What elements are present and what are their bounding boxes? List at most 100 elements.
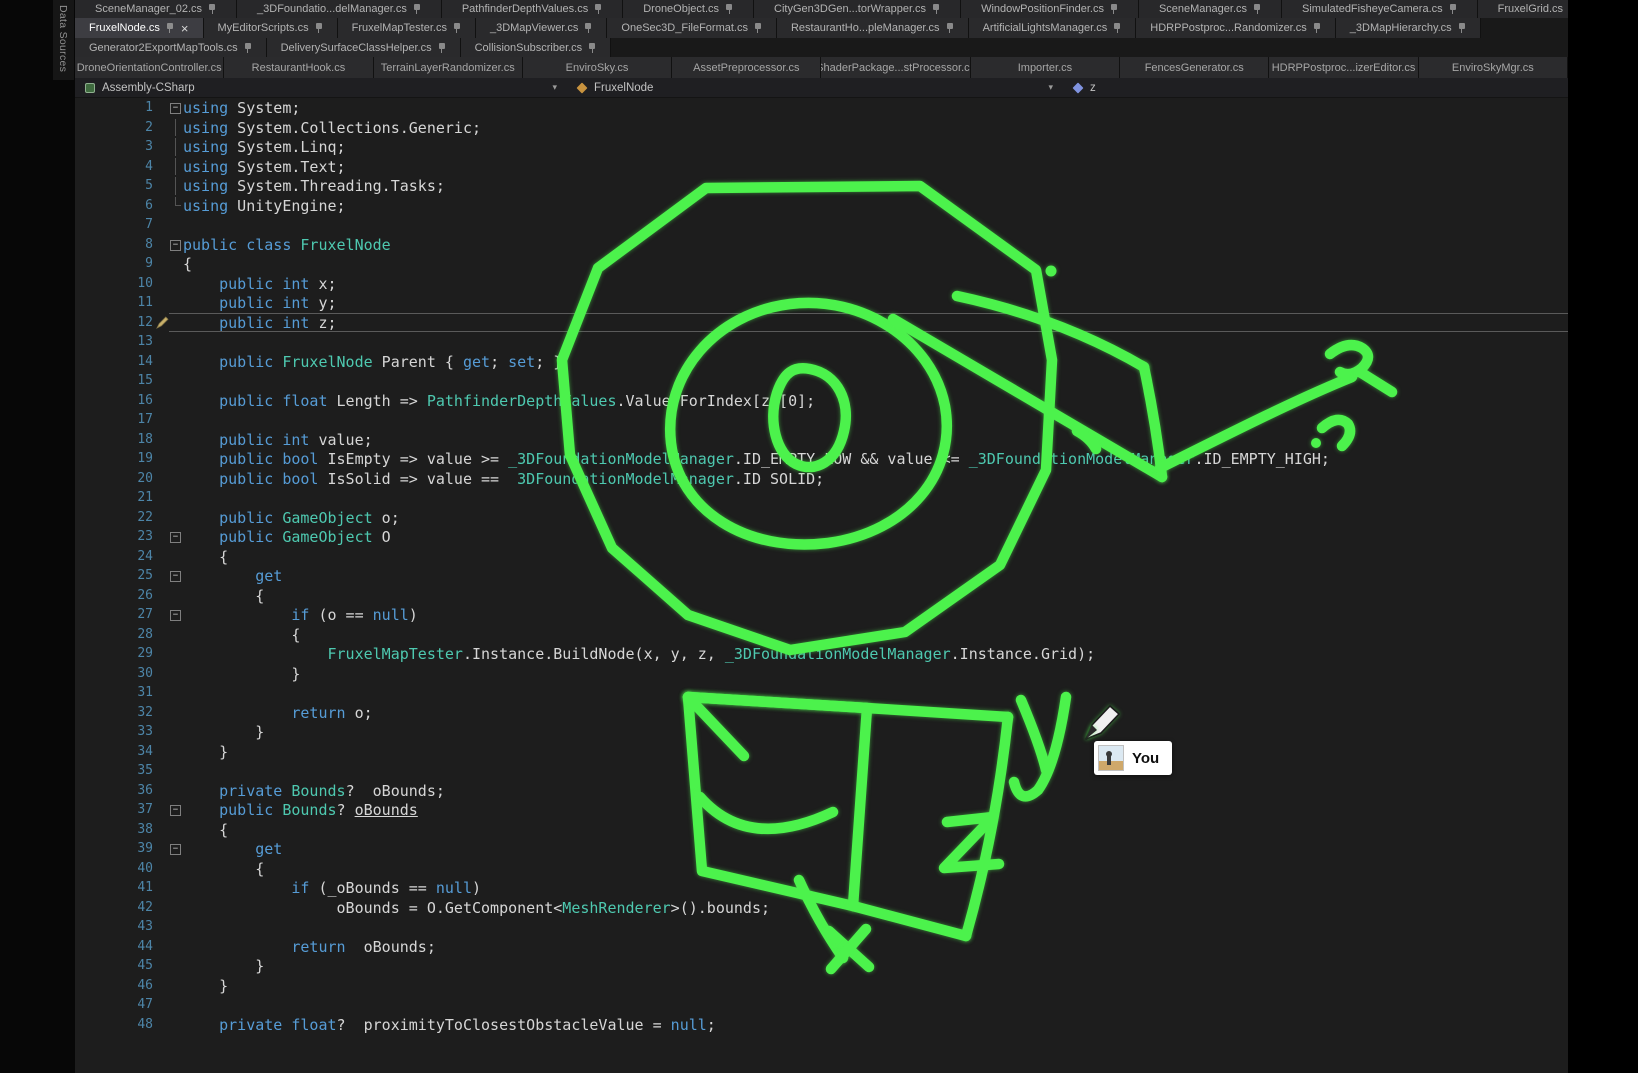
code-line-13[interactable]: 13 [75, 332, 1568, 352]
code-line-14[interactable]: 14 public FruxelNode Parent { get; set; … [75, 352, 1568, 372]
code-line-28[interactable]: 28 { [75, 625, 1568, 645]
tab-3dfoundatio-delmanager-cs[interactable]: _3DFoundatio...delManager.cs [237, 0, 442, 18]
pin-icon[interactable] [754, 22, 762, 34]
tab-enviroskymgr-cs[interactable]: EnviroSkyMgr.cs [1419, 57, 1568, 78]
code-line-4[interactable]: 4using System.Text; [75, 157, 1568, 177]
code-line-29[interactable]: 29 FruxelMapTester.Instance.BuildNode(x,… [75, 644, 1568, 664]
code-line-31[interactable]: 31 [75, 683, 1568, 703]
code-line-1[interactable]: 1−using System; [75, 98, 1568, 118]
code-line-37[interactable]: 37− public Bounds? oBounds [75, 800, 1568, 820]
code-line-43[interactable]: 43 [75, 917, 1568, 937]
pin-icon[interactable] [1449, 3, 1457, 15]
project-dropdown[interactable]: Assembly-CSharp ▾ [75, 78, 567, 97]
pin-icon[interactable] [1253, 3, 1261, 15]
code-line-35[interactable]: 35 [75, 761, 1568, 781]
pin-icon[interactable] [1110, 3, 1118, 15]
code-line-11[interactable]: 11 public int y; [75, 293, 1568, 313]
tab-assetpreprocessor-cs[interactable]: AssetPreprocessor.cs [672, 57, 821, 78]
code-line-46[interactable]: 46 } [75, 976, 1568, 996]
code-line-26[interactable]: 26 { [75, 586, 1568, 606]
pin-icon[interactable] [166, 22, 174, 34]
data-sources-tab[interactable]: Data Sources [53, 0, 74, 80]
fold-collapse-icon[interactable]: − [169, 606, 183, 624]
pin-icon[interactable] [315, 22, 323, 34]
fold-collapse-icon[interactable]: − [169, 236, 183, 254]
code-line-36[interactable]: 36 private Bounds? _oBounds; [75, 781, 1568, 801]
tab-restauranthook-cs[interactable]: RestaurantHook.cs [224, 57, 373, 78]
code-line-33[interactable]: 33 } [75, 722, 1568, 742]
tab-hdrppostproc-izereditor-cs[interactable]: HDRPPostproc...izerEditor.cs [1269, 57, 1418, 78]
pin-icon[interactable] [588, 42, 596, 54]
tab-hdrppostproc-randomizer-cs[interactable]: HDRPPostproc...Randomizer.cs [1136, 18, 1336, 38]
tab-scenemanager-cs[interactable]: SceneManager.cs [1139, 0, 1282, 18]
code-line-18[interactable]: 18 public int value; [75, 430, 1568, 450]
type-dropdown[interactable]: FruxelNode ▾ [567, 78, 1063, 97]
pin-icon[interactable] [932, 3, 940, 15]
code-line-47[interactable]: 47 [75, 995, 1568, 1015]
fold-collapse-icon[interactable]: − [169, 99, 183, 117]
tab-envirosky-cs[interactable]: EnviroSky.cs [523, 57, 672, 78]
fold-collapse-icon[interactable]: − [169, 801, 183, 819]
tab-simulatedfisheyecamera-cs[interactable]: SimulatedFisheyeCamera.cs [1282, 0, 1478, 18]
tab-fruxelnode-cs[interactable]: FruxelNode.cs× [75, 18, 204, 38]
pin-icon[interactable] [584, 22, 592, 34]
fold-collapse-icon[interactable]: − [169, 567, 183, 585]
code-line-30[interactable]: 30 } [75, 664, 1568, 684]
tab-droneobject-cs[interactable]: DroneObject.cs [623, 0, 754, 18]
code-line-9[interactable]: 9{ [75, 254, 1568, 274]
code-line-38[interactable]: 38 { [75, 820, 1568, 840]
tab-deliverysurfaceclasshelper-cs[interactable]: DeliverySurfaceClassHelper.cs [267, 38, 461, 57]
code-line-2[interactable]: 2using System.Collections.Generic; [75, 118, 1568, 138]
pin-icon[interactable] [208, 3, 216, 15]
code-line-10[interactable]: 10 public int x; [75, 274, 1568, 294]
tab-myeditorscripts-cs[interactable]: MyEditorScripts.cs [204, 18, 338, 38]
tab-fruxelgrid-cs[interactable]: FruxelGrid.cs [1478, 0, 1568, 18]
code-line-41[interactable]: 41 if (_oBounds == null) [75, 878, 1568, 898]
tab-3dmaphierarchy-cs[interactable]: _3DMapHierarchy.cs [1336, 18, 1481, 38]
close-icon[interactable]: × [181, 22, 189, 35]
pin-icon[interactable] [594, 3, 602, 15]
pin-icon[interactable] [1458, 22, 1466, 34]
tab-windowpositionfinder-cs[interactable]: WindowPositionFinder.cs [961, 0, 1139, 18]
code-line-39[interactable]: 39− get [75, 839, 1568, 859]
tab-droneorientationcontroller-cs[interactable]: DroneOrientationController.cs [75, 57, 224, 78]
code-line-27[interactable]: 27− if (o == null) [75, 605, 1568, 625]
fold-collapse-icon[interactable]: − [169, 840, 183, 858]
tab-artificiallightsmanager-cs[interactable]: ArtificialLightsManager.cs [969, 18, 1137, 38]
code-line-12[interactable]: 12 public int z; [75, 313, 1568, 333]
code-line-8[interactable]: 8−public class FruxelNode [75, 235, 1568, 255]
fold-collapse-icon[interactable]: − [169, 528, 183, 546]
code-line-42[interactable]: 42 _oBounds = O.GetComponent<MeshRendere… [75, 898, 1568, 918]
pin-icon[interactable] [453, 22, 461, 34]
pin-icon[interactable] [244, 42, 252, 54]
tab-importer-cs[interactable]: Importer.cs [971, 57, 1120, 78]
tab-onesec3d-fileformat-cs[interactable]: OneSec3D_FileFormat.cs [607, 18, 777, 38]
pin-icon[interactable] [413, 3, 421, 15]
code-line-48[interactable]: 48 private float? _proximityToClosestObs… [75, 1015, 1568, 1035]
pin-icon[interactable] [438, 42, 446, 54]
tab-fruxelmaptester-cs[interactable]: FruxelMapTester.cs [338, 18, 476, 38]
tab-fencesgenerator-cs[interactable]: FencesGenerator.cs [1120, 57, 1269, 78]
code-line-21[interactable]: 21 [75, 488, 1568, 508]
code-line-24[interactable]: 24 { [75, 547, 1568, 567]
code-line-34[interactable]: 34 } [75, 742, 1568, 762]
tab-scenemanager-02-cs[interactable]: SceneManager_02.cs [75, 0, 237, 18]
tab-generator2exportmaptools-cs[interactable]: Generator2ExportMapTools.cs [75, 38, 267, 57]
code-line-22[interactable]: 22 public GameObject o; [75, 508, 1568, 528]
pin-icon[interactable] [946, 22, 954, 34]
code-line-5[interactable]: 5using System.Threading.Tasks; [75, 176, 1568, 196]
tab-3dmapviewer-cs[interactable]: _3DMapViewer.cs [476, 18, 607, 38]
tab-pathfinderdepthvalues-cs[interactable]: PathfinderDepthValues.cs [442, 0, 623, 18]
code-line-25[interactable]: 25− get [75, 566, 1568, 586]
code-line-3[interactable]: 3using System.Linq; [75, 137, 1568, 157]
tab-citygen3dgen-torwrapper-cs[interactable]: CityGen3DGen...torWrapper.cs [754, 0, 961, 18]
code-line-19[interactable]: 19 public bool IsEmpty => value >= _3DFo… [75, 449, 1568, 469]
code-line-16[interactable]: 16 public float Length => PathfinderDept… [75, 391, 1568, 411]
code-line-44[interactable]: 44 return _oBounds; [75, 937, 1568, 957]
member-dropdown[interactable]: z [1063, 78, 1568, 97]
code-editor[interactable]: 1−using System;2using System.Collections… [75, 98, 1568, 1073]
code-line-20[interactable]: 20 public bool IsSolid => value == _3DFo… [75, 469, 1568, 489]
tab-restaurantho-plemanager-cs[interactable]: RestaurantHo...pleManager.cs [777, 18, 969, 38]
code-line-45[interactable]: 45 } [75, 956, 1568, 976]
code-line-40[interactable]: 40 { [75, 859, 1568, 879]
